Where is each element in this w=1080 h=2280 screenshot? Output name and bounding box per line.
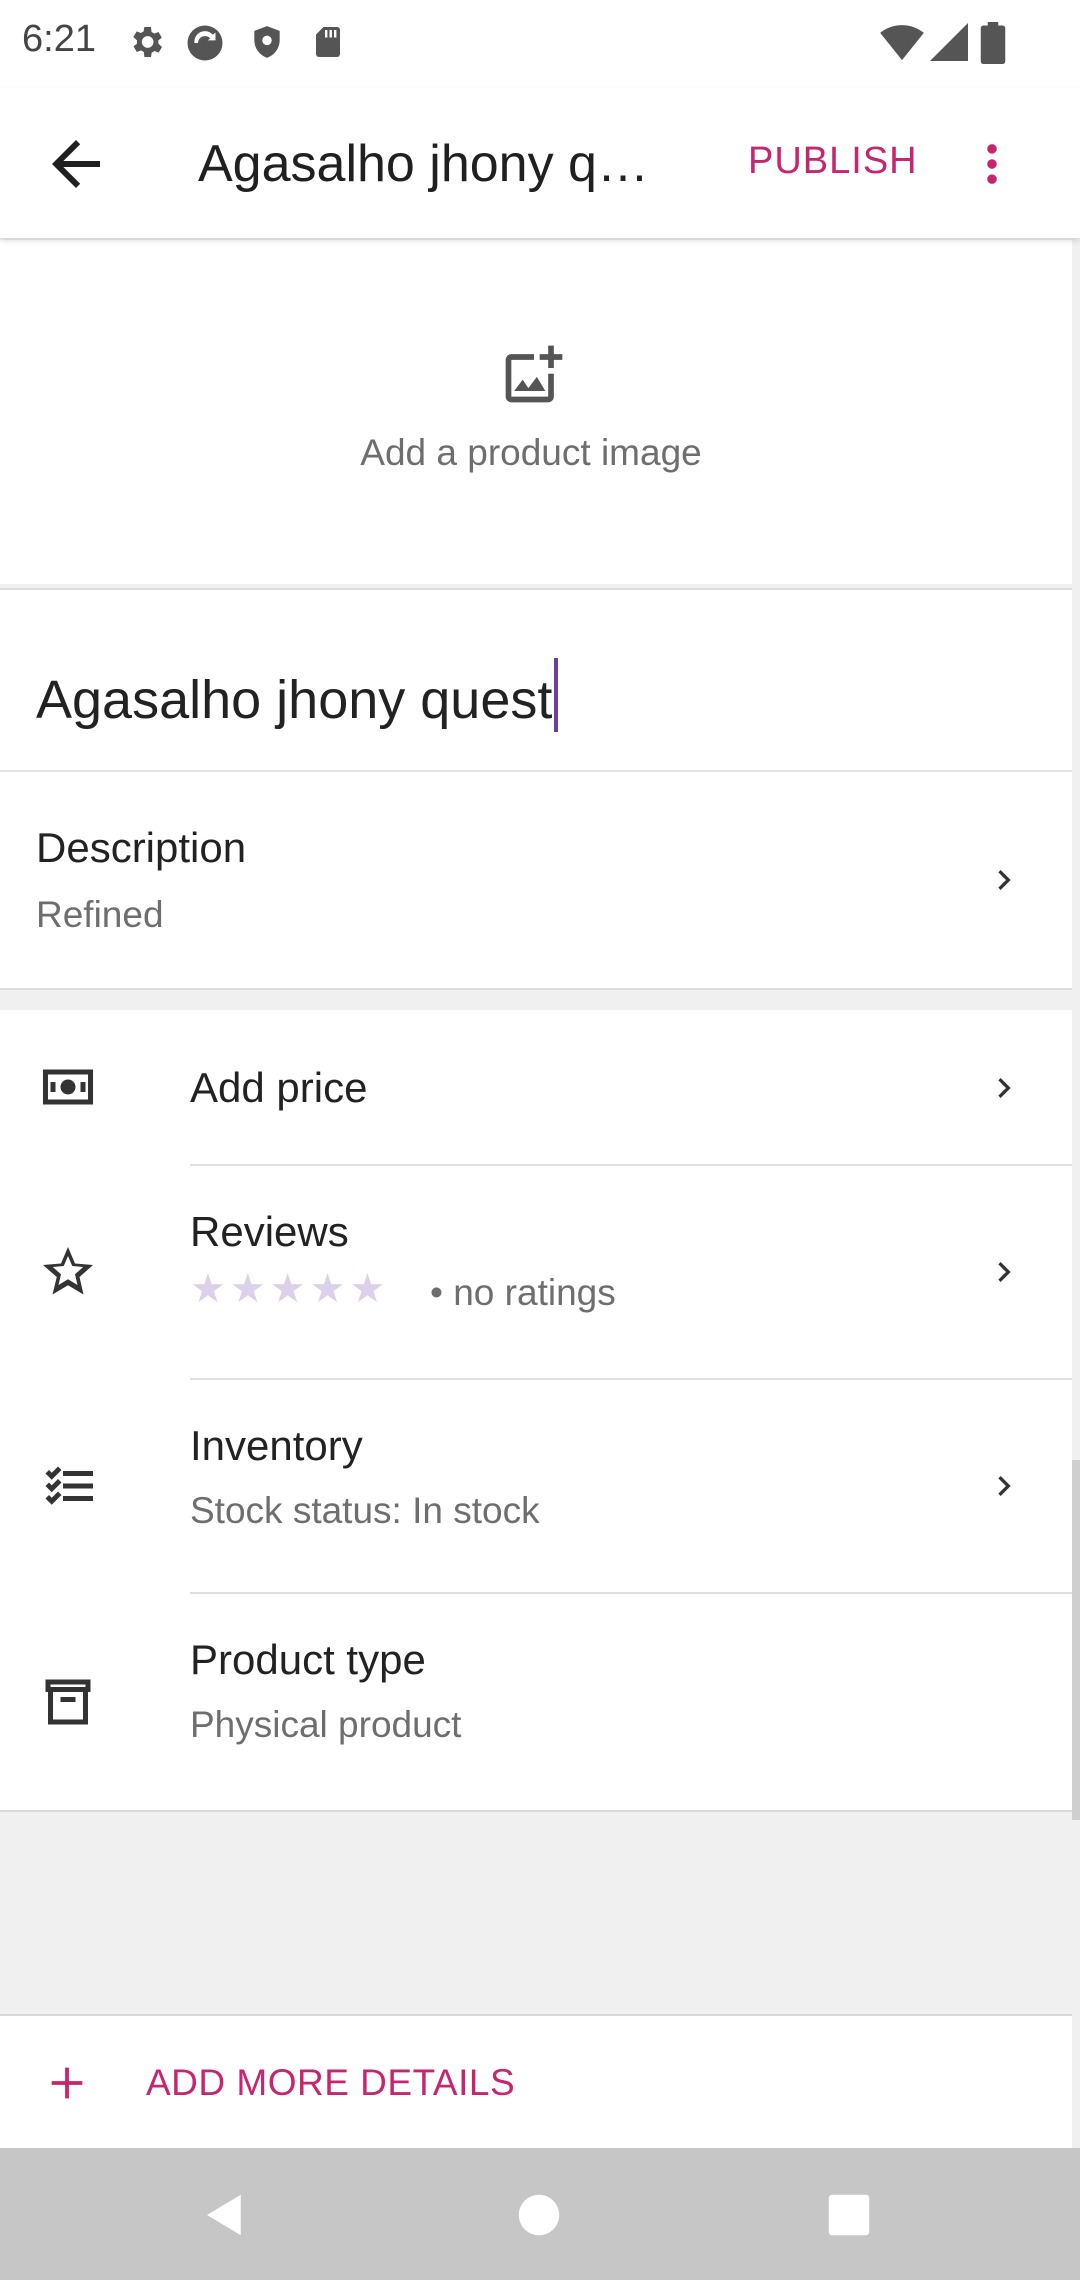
add-more-details-button[interactable]: ADD MORE DETAILS <box>0 2014 1072 2150</box>
status-bar: 6:21 <box>0 0 1080 88</box>
page-title: Agasalho jhony q… <box>198 135 649 193</box>
text-cursor <box>554 658 559 732</box>
sd-card-icon <box>316 27 340 57</box>
battery-icon <box>980 22 1006 64</box>
inventory-title: Inventory <box>190 1422 363 1469</box>
checklist-icon <box>45 1466 93 1505</box>
publish-button[interactable]: PUBLISH <box>748 140 918 183</box>
reviews-title: Reviews <box>190 1208 349 1255</box>
system-navigation-bar <box>0 2148 1080 2280</box>
product-type-title: Product type <box>190 1636 426 1683</box>
sync-icon <box>187 25 223 61</box>
back-arrow-icon[interactable] <box>40 128 112 200</box>
add-price-row[interactable]: Add price <box>0 1010 1072 1164</box>
product-type-row[interactable]: Product type Physical product <box>0 1594 1072 1808</box>
nav-recents-icon[interactable] <box>822 2188 876 2242</box>
add-product-image-area[interactable]: Add a product image <box>0 240 1072 584</box>
chevron-right-icon <box>998 1262 1011 1282</box>
add-more-details-label: ADD MORE DETAILS <box>146 2062 516 2103</box>
add-photo-icon <box>505 345 563 403</box>
inventory-value: Stock status: In stock <box>190 1490 540 1531</box>
rating-text: • no ratings <box>430 1272 616 1313</box>
status-time: 6:21 <box>22 18 96 60</box>
nav-back-icon[interactable] <box>198 2188 252 2242</box>
money-icon <box>43 1069 93 1105</box>
shield-icon <box>254 26 280 58</box>
chevron-right-icon <box>998 1078 1011 1098</box>
signal-icon <box>930 23 968 61</box>
product-type-value: Physical product <box>190 1704 462 1745</box>
description-value: Refined <box>36 894 164 935</box>
settings-icon <box>133 27 162 57</box>
description-row[interactable]: Description Refined <box>0 770 1072 990</box>
chevron-right-icon <box>998 1476 1011 1496</box>
more-options-icon[interactable] <box>966 132 1018 196</box>
product-name-text: Agasalho jhony quest <box>36 670 553 730</box>
product-settings-list: Add price Reviews ★★★★★ • no ratings Inv… <box>0 1010 1072 1812</box>
app-bar: Agasalho jhony q… PUBLISH <box>0 88 1080 238</box>
star-outline-icon <box>43 1247 93 1295</box>
chevron-right-icon <box>998 870 1011 890</box>
wifi-icon <box>880 25 924 61</box>
reviews-row[interactable]: Reviews ★★★★★ • no ratings <box>0 1166 1072 1378</box>
description-title: Description <box>36 824 247 871</box>
rating-stars: ★★★★★ <box>190 1267 390 1311</box>
plus-icon <box>51 2067 83 2099</box>
product-name-field[interactable]: Agasalho jhony quest <box>0 588 1072 770</box>
add-product-image-label: Add a product image <box>360 432 702 473</box>
archive-box-icon <box>45 1679 91 1725</box>
inventory-row[interactable]: Inventory Stock status: In stock <box>0 1380 1072 1592</box>
nav-home-icon[interactable] <box>512 2188 566 2242</box>
add-price-label: Add price <box>190 1064 368 1111</box>
scrollbar[interactable] <box>1072 1460 1080 1820</box>
